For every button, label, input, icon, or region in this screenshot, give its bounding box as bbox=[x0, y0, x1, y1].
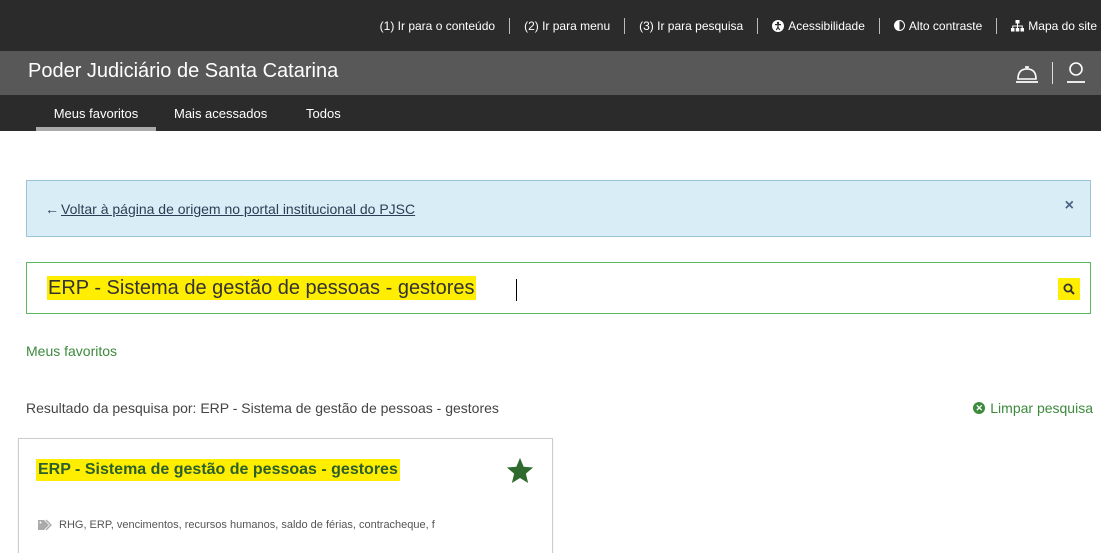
favorite-star-button[interactable] bbox=[505, 456, 535, 491]
accessibility-icon bbox=[772, 19, 785, 32]
skip-to-search-link[interactable]: (3) Ir para pesquisa bbox=[639, 19, 743, 33]
tab-todos[interactable]: Todos bbox=[306, 95, 341, 131]
separator bbox=[878, 17, 880, 34]
high-contrast-label: Alto contraste bbox=[908, 18, 983, 33]
separator bbox=[509, 17, 511, 34]
separator bbox=[624, 17, 626, 34]
service-card-tags-text: RHG, ERP, vencimentos, recursos humanos,… bbox=[59, 519, 435, 531]
separator bbox=[1052, 62, 1053, 84]
sitemap-link[interactable]: Mapa do site bbox=[1011, 19, 1097, 33]
search-button[interactable] bbox=[1058, 278, 1080, 300]
site-header: Poder Judiciário de Santa Catarina bbox=[0, 51, 1101, 95]
search-box[interactable]: ERP - Sistema de gestão de pessoas - ges… bbox=[26, 262, 1091, 314]
clear-search-label: Limpar pesquisa bbox=[990, 400, 1093, 416]
return-link[interactable]: ← Voltar à página de origem no portal ins… bbox=[45, 201, 415, 217]
sitemap-icon bbox=[1011, 19, 1025, 31]
tags-icon bbox=[38, 519, 52, 531]
accessibility-links: (1) Ir para o conteúdo (2) Ir para menu … bbox=[380, 0, 1097, 51]
text-caret bbox=[516, 279, 517, 301]
search-icon bbox=[1063, 283, 1075, 295]
service-bell-icon bbox=[1016, 66, 1038, 83]
arrow-left-icon: ← bbox=[45, 201, 59, 217]
accessibility-bar: (1) Ir para o conteúdo (2) Ir para menu … bbox=[0, 0, 1101, 51]
search-result-summary: Resultado da pesquisa por: ERP - Sistema… bbox=[26, 400, 499, 416]
tab-meus-favoritos[interactable]: Meus favoritos bbox=[36, 95, 156, 131]
sitemap-label: Mapa do site bbox=[1028, 18, 1097, 33]
site-title: Poder Judiciário de Santa Catarina bbox=[28, 60, 339, 82]
skip-to-menu-link[interactable]: (2) Ir para menu bbox=[524, 19, 610, 33]
accessibility-label: Acessibilidade bbox=[788, 18, 865, 33]
close-icon[interactable]: × bbox=[1065, 197, 1074, 215]
service-bell-button[interactable] bbox=[1014, 61, 1040, 85]
separator bbox=[996, 17, 998, 34]
service-card[interactable]: ERP - Sistema de gestão de pessoas - ges… bbox=[18, 438, 553, 553]
user-icon bbox=[1067, 62, 1085, 83]
service-card-tags: RHG, ERP, vencimentos, recursos humanos,… bbox=[38, 519, 538, 531]
skip-to-content-label: (1) Ir para o conteúdo bbox=[379, 18, 496, 33]
header-actions bbox=[1014, 61, 1087, 85]
skip-to-menu-label: (2) Ir para menu bbox=[524, 18, 611, 33]
breadcrumb[interactable]: Meus favoritos bbox=[26, 343, 117, 359]
skip-to-content-link[interactable]: (1) Ir para o conteúdo bbox=[380, 19, 495, 33]
search-input[interactable]: ERP - Sistema de gestão de pessoas - ges… bbox=[47, 276, 476, 300]
separator bbox=[757, 17, 759, 34]
service-card-title[interactable]: ERP - Sistema de gestão de pessoas - ges… bbox=[36, 459, 400, 481]
clear-circle-icon: ✕ bbox=[973, 402, 986, 414]
accessibility-link[interactable]: Acessibilidade bbox=[772, 19, 865, 33]
tabs-bar: Meus favoritos Mais acessados Todos bbox=[0, 95, 1101, 131]
user-button[interactable] bbox=[1065, 61, 1087, 85]
search-input-value: ERP - Sistema de gestão de pessoas - ges… bbox=[48, 277, 475, 299]
contrast-icon bbox=[893, 20, 905, 31]
return-notice: ← Voltar à página de origem no portal ins… bbox=[26, 180, 1091, 237]
clear-search-button[interactable]: ✕ Limpar pesquisa bbox=[973, 400, 1093, 416]
star-icon bbox=[506, 457, 534, 483]
skip-to-search-label: (3) Ir para pesquisa bbox=[639, 18, 744, 33]
high-contrast-link[interactable]: Alto contraste bbox=[893, 18, 983, 33]
return-link-text: Voltar à página de origem no portal inst… bbox=[61, 201, 416, 217]
tab-mais-acessados[interactable]: Mais acessados bbox=[174, 95, 267, 131]
